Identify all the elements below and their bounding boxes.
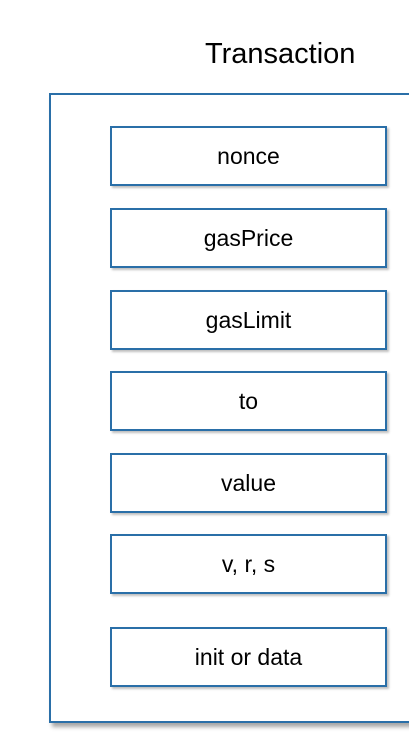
field-signature: v, r, s: [110, 534, 387, 594]
field-to: to: [110, 371, 387, 431]
field-value: value: [110, 453, 387, 513]
field-label: to: [238, 387, 259, 414]
field-gas-price: gasPrice: [110, 208, 387, 268]
field-init-or-data: init or data: [110, 627, 387, 687]
field-label: init or data: [194, 643, 303, 670]
field-nonce: nonce: [110, 126, 387, 186]
field-label: gasPrice: [203, 224, 294, 251]
field-gas-limit: gasLimit: [110, 290, 387, 350]
field-label: nonce: [217, 142, 280, 169]
field-label: gasLimit: [205, 306, 292, 333]
diagram-title: Transaction: [205, 38, 356, 70]
field-label: v, r, s: [221, 550, 276, 577]
field-label: value: [221, 469, 276, 496]
